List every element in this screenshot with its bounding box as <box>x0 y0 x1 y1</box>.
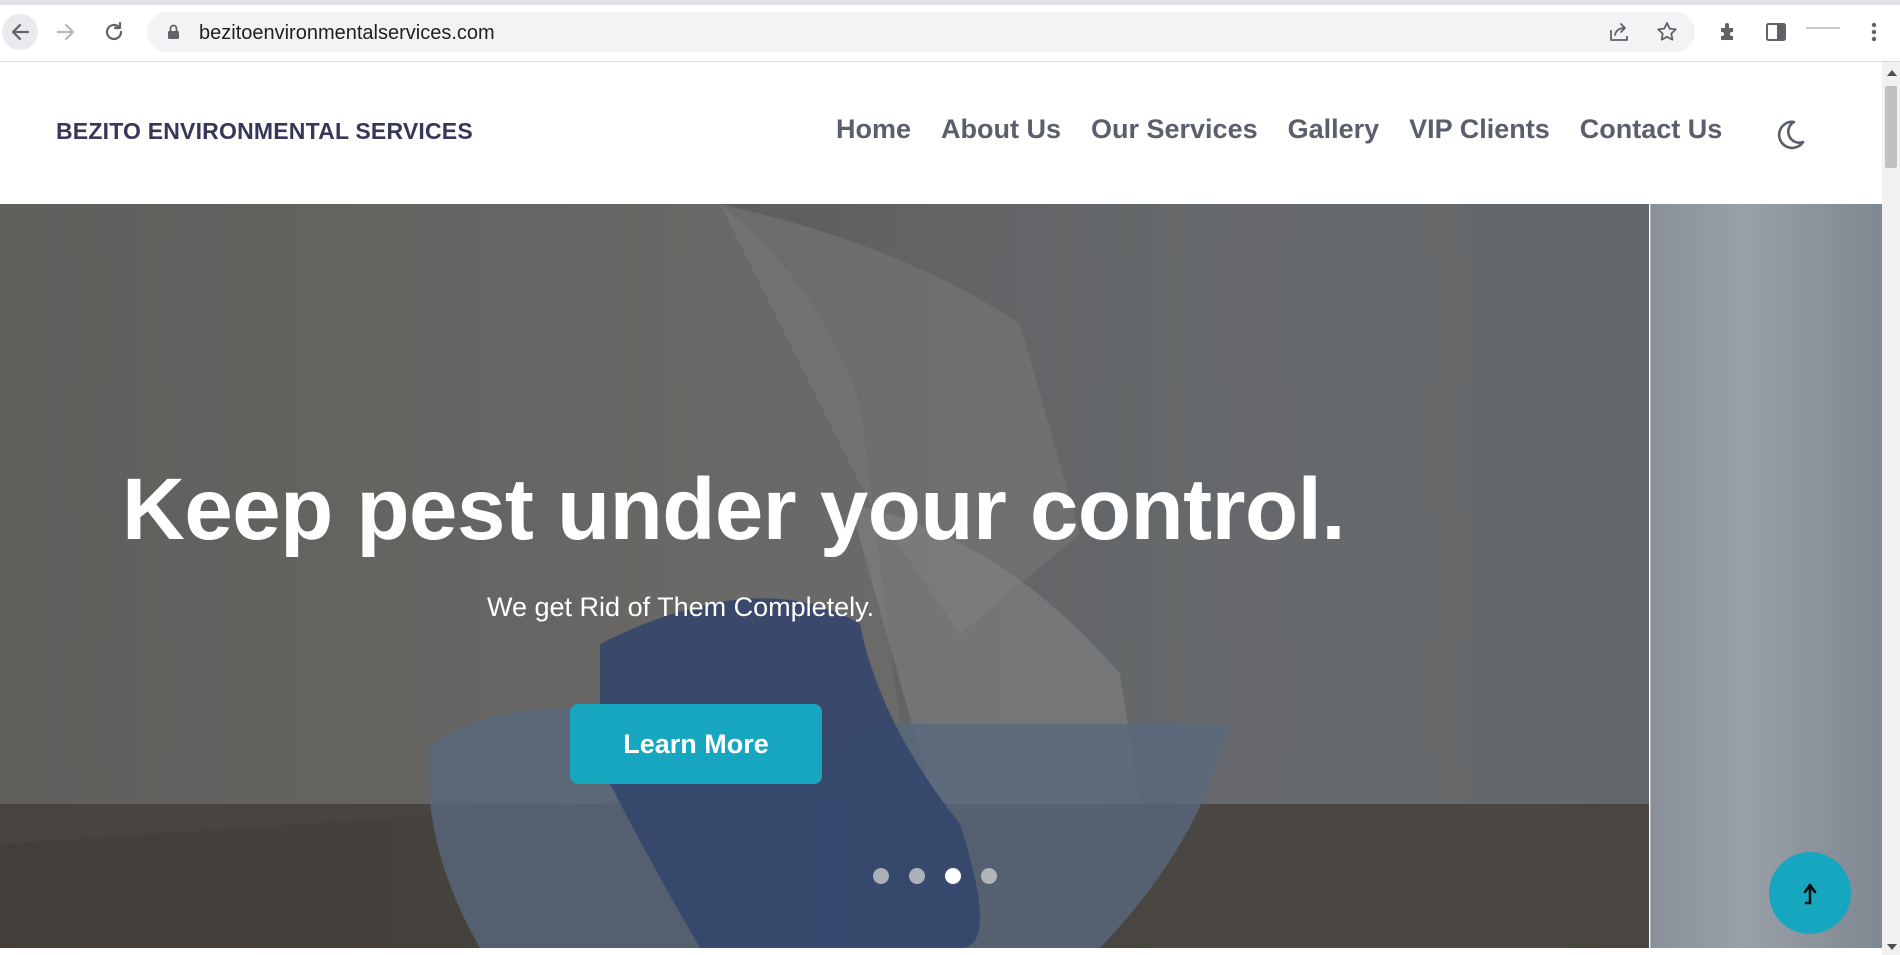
carousel-dot-2[interactable] <box>909 868 925 884</box>
browser-toolbar: bezitoenvironmentalservices.com <box>0 0 1900 62</box>
scroll-up-arrow-icon[interactable] <box>1887 70 1897 76</box>
hero-subtitle: We get Rid of Them Completely. <box>487 592 875 622</box>
learn-more-button[interactable]: Learn More <box>570 704 822 784</box>
url-text[interactable]: bezitoenvironmentalservices.com <box>199 22 495 45</box>
hero-background-illustration <box>0 204 1649 948</box>
carousel-dot-1[interactable] <box>873 868 889 884</box>
forward-arrow-icon <box>56 23 75 41</box>
browser-menu-button[interactable] <box>1860 18 1888 46</box>
reload-icon <box>105 21 123 41</box>
carousel-dot-4[interactable] <box>981 868 997 884</box>
carousel-indicators <box>873 868 997 884</box>
scroll-down-arrow-icon[interactable] <box>1887 944 1897 950</box>
site-brand[interactable]: BEZITO ENVIRONMENTAL SERVICES <box>56 118 473 145</box>
nav-home[interactable]: Home <box>836 114 911 145</box>
share-button[interactable] <box>1607 20 1631 44</box>
arrow-up-icon <box>1803 883 1817 905</box>
address-bar[interactable]: bezitoenvironmentalservices.com <box>147 12 1695 52</box>
nav-contact-us[interactable]: Contact Us <box>1580 114 1723 145</box>
lock-icon <box>168 24 179 39</box>
main-nav: Home About Us Our Services Gallery VIP C… <box>836 114 1752 145</box>
site-header: BEZITO ENVIRONMENTAL SERVICES Home About… <box>0 62 1882 204</box>
nav-our-services[interactable]: Our Services <box>1091 114 1258 145</box>
page-bottom-strip <box>0 948 1882 955</box>
menu-icon <box>1871 22 1877 42</box>
scroll-thumb[interactable] <box>1885 86 1897 168</box>
nav-vip-clients[interactable]: VIP Clients <box>1409 114 1550 145</box>
profile-line <box>1806 27 1840 29</box>
tab-strip <box>0 0 1900 5</box>
share-icon <box>1610 23 1628 41</box>
reload-button[interactable] <box>96 14 132 50</box>
moon-icon[interactable] <box>1772 116 1808 152</box>
next-slide-peek <box>1650 204 1882 948</box>
hero-carousel: Keep pest under your control. We get Rid… <box>0 204 1882 948</box>
back-arrow-icon <box>11 23 30 41</box>
extensions-button[interactable] <box>1715 18 1743 46</box>
page-scrollbar[interactable] <box>1882 62 1900 955</box>
profile-button[interactable] <box>1806 26 1840 30</box>
extensions-icon <box>1721 23 1733 40</box>
carousel-dot-3[interactable] <box>945 868 961 884</box>
scroll-to-top-button[interactable] <box>1769 852 1851 934</box>
nav-about-us[interactable]: About Us <box>941 114 1061 145</box>
bookmark-button[interactable] <box>1655 20 1679 44</box>
hero-title: Keep pest under your control. <box>122 461 1346 558</box>
hero-slide-image <box>0 204 1649 948</box>
nav-gallery[interactable]: Gallery <box>1288 114 1380 145</box>
forward-button[interactable] <box>48 14 84 50</box>
back-button[interactable] <box>2 14 38 50</box>
side-panel-button[interactable] <box>1762 18 1790 46</box>
side-panel-icon <box>1766 23 1786 41</box>
star-icon <box>1657 22 1677 41</box>
